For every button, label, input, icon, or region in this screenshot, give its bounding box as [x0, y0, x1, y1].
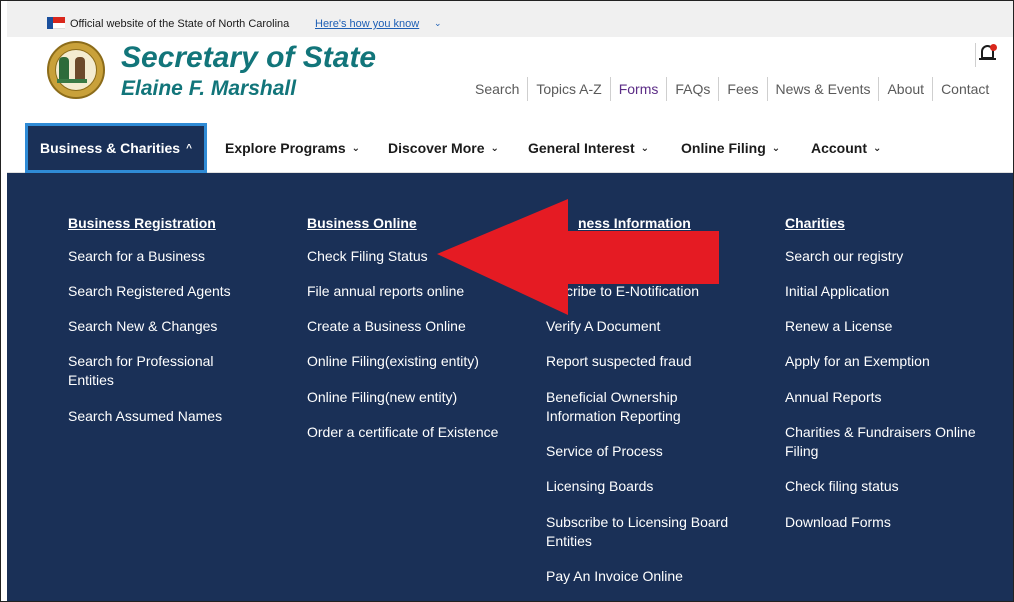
utility-contact-link[interactable]: Contact	[932, 77, 997, 101]
menu-link[interactable]: Charities & Fundraisers Online Filing	[785, 423, 985, 461]
nav-general-interest[interactable]: General Interest ⌄	[528, 123, 649, 173]
chevron-down-icon: ⌄	[640, 142, 649, 154]
official-banner: Official website of the State of North C…	[7, 1, 1013, 37]
column-heading[interactable]: Charities	[785, 215, 845, 231]
menu-link[interactable]: Annual Reports	[785, 388, 985, 407]
browser-frame: Official website of the State of North C…	[0, 0, 1014, 602]
menu-link[interactable]: Licensing Boards	[546, 477, 736, 496]
menu-link-check-filing-status[interactable]: Check Filing Status	[307, 247, 507, 266]
menu-link[interactable]: Search for Professional Entities	[68, 352, 243, 390]
menu-link[interactable]: Online Filing(existing entity)	[307, 352, 507, 371]
utility-faqs-link[interactable]: FAQs	[666, 77, 718, 101]
menu-link[interactable]: Search Registered Agents	[68, 282, 258, 301]
chevron-down-icon: ⌄	[873, 142, 882, 154]
utility-search-link[interactable]: Search	[467, 77, 527, 101]
menu-link[interactable]: Search New & Changes	[68, 317, 258, 336]
nav-label: Online Filing	[681, 140, 766, 156]
menu-link[interactable]: Search for a Business	[68, 247, 258, 266]
business-charities-mega-menu: Business Registration Search for a Busin…	[7, 173, 1013, 601]
nav-account[interactable]: Account ⌄	[811, 123, 881, 173]
utility-forms-link[interactable]: Forms	[609, 77, 667, 101]
main-nav: Business & Charities ^ Explore Programs ⌄ …	[7, 123, 1013, 173]
menu-link[interactable]: Search our registry	[785, 247, 985, 266]
menu-link[interactable]: Order a certificate of Existence	[307, 423, 507, 442]
chevron-down-icon[interactable]: ⌄	[434, 18, 442, 29]
menu-link[interactable]: File annual reports online	[307, 282, 507, 301]
column-heading[interactable]: Business Online	[307, 215, 417, 231]
site-header: Secretary of State Elaine F. Marshall Se…	[7, 37, 1013, 123]
utility-fees-link[interactable]: Fees	[718, 77, 766, 101]
menu-link[interactable]: Search Assumed Names	[68, 407, 258, 426]
nc-flag-icon	[47, 17, 65, 29]
menu-link[interactable]: Subscribe to Licensing Board Entities	[546, 513, 736, 551]
state-seal-logo[interactable]	[47, 41, 105, 99]
nav-label: Explore Programs	[225, 140, 346, 156]
menu-link[interactable]: Report suspected fraud	[546, 352, 736, 371]
menu-link[interactable]: Service of Process	[546, 442, 736, 461]
notification-bell-icon[interactable]	[975, 43, 999, 67]
utility-topics-link[interactable]: Topics A-Z	[527, 77, 609, 101]
utility-about-link[interactable]: About	[878, 77, 932, 101]
menu-link[interactable]: cribe to E-Notification	[566, 282, 756, 301]
column-heading[interactable]: Business Registration	[68, 215, 216, 231]
chevron-down-icon: ⌄	[490, 142, 499, 154]
nav-online-filing[interactable]: Online Filing ⌄	[681, 123, 780, 173]
column-heading[interactable]: ness Information	[578, 215, 691, 231]
chevron-down-icon: ⌄	[771, 142, 781, 154]
nav-explore-programs[interactable]: Explore Programs ⌄	[225, 123, 360, 173]
menu-link[interactable]: Online Filing(new entity)	[307, 388, 507, 407]
menu-link[interactable]: Apply for an Exemption	[785, 352, 985, 371]
menu-link[interactable]: Beneficial Ownership Information Reporti…	[546, 388, 706, 426]
nav-label: Business & Charities	[40, 140, 181, 156]
menu-link[interactable]: Verify A Document	[546, 317, 736, 336]
menu-link[interactable]: Create a Business Online	[307, 317, 507, 336]
menu-link[interactable]: Initial Application	[785, 282, 985, 301]
menu-link[interactable]: Check filing status	[785, 477, 985, 496]
utility-nav: Search Topics A-Z Forms FAQs Fees News &…	[467, 77, 997, 101]
official-banner-text: Official website of the State of North C…	[70, 18, 290, 30]
menu-link[interactable]: Download Forms	[785, 513, 985, 532]
utility-news-link[interactable]: News & Events	[766, 77, 879, 101]
site-title[interactable]: Secretary of State	[121, 41, 376, 75]
chevron-down-icon: ⌄	[351, 142, 360, 154]
nav-label: Discover More	[388, 140, 485, 156]
nav-discover-more[interactable]: Discover More ⌄	[388, 123, 499, 173]
nav-label: General Interest	[528, 140, 635, 156]
heres-how-you-know-link[interactable]: Here's how you know	[315, 18, 419, 30]
menu-link[interactable]: Pay An Invoice Online	[546, 567, 736, 586]
menu-link[interactable]: Renew a License	[785, 317, 985, 336]
nav-label: Account	[811, 140, 867, 156]
site-subtitle: Elaine F. Marshall	[121, 77, 297, 100]
nav-business-charities[interactable]: Business & Charities ^	[25, 123, 207, 173]
chevron-up-icon: ^	[186, 142, 192, 154]
